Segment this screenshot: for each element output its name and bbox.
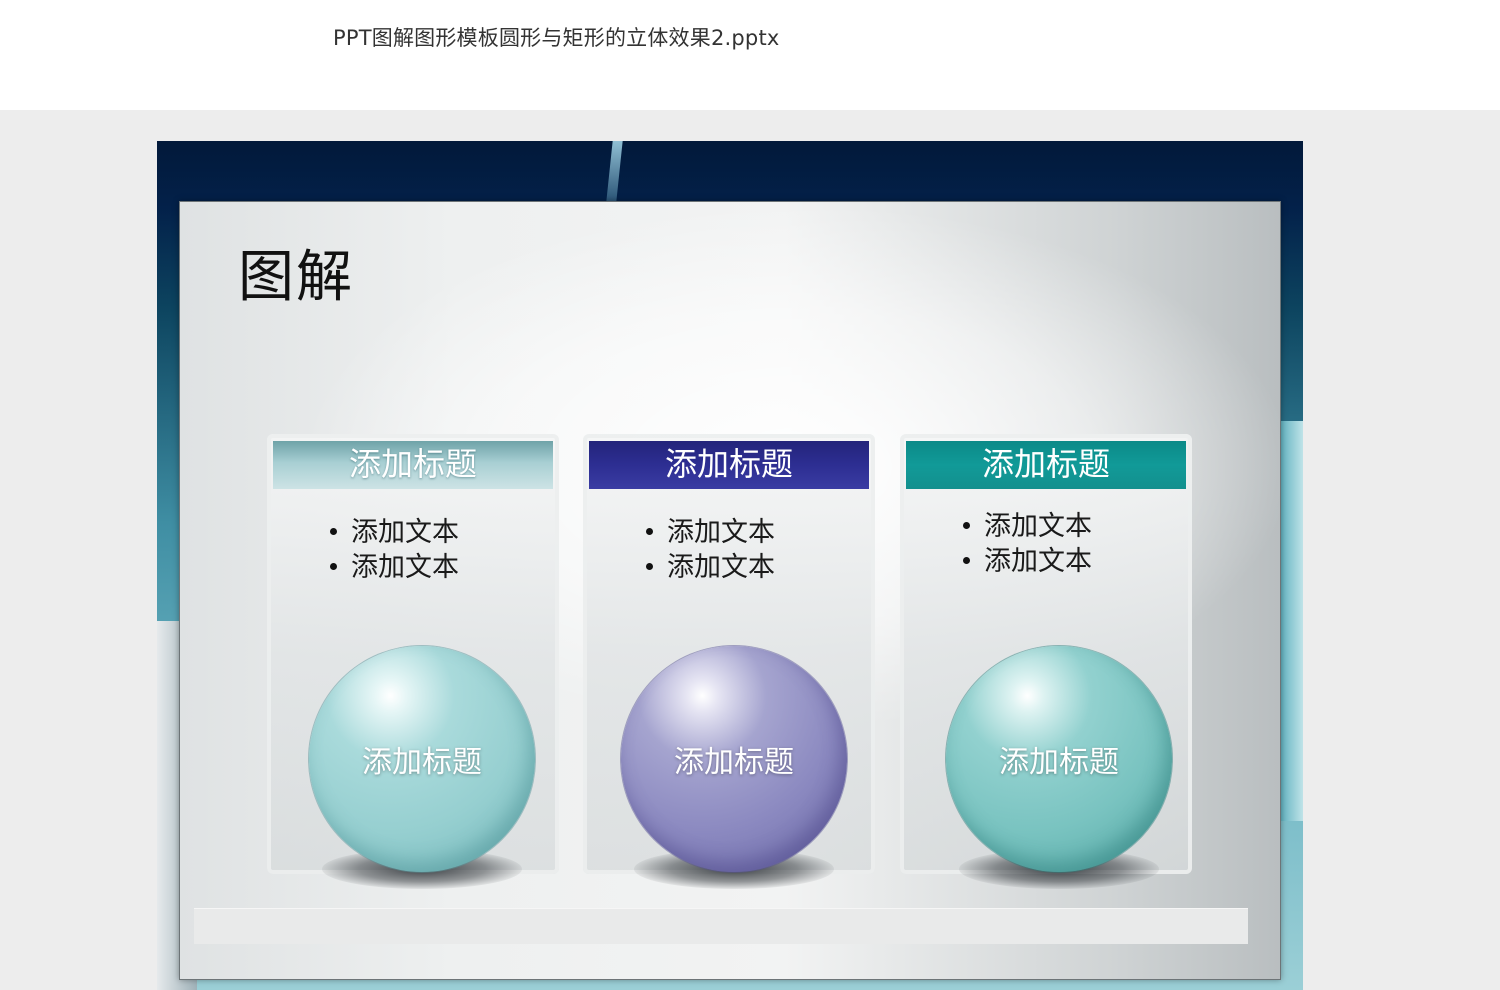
bullet-item: 添加文本 (646, 550, 775, 585)
sphere-3: 添加标题 (946, 646, 1172, 872)
bullet-text: 添加文本 (667, 517, 775, 548)
bullet-dot (646, 528, 653, 535)
card-header: 添加标题 (589, 441, 869, 489)
bullet-text: 添加文本 (984, 546, 1092, 577)
bullet-text: 添加文本 (351, 552, 459, 583)
content-panel: 图解 添加标题 添加文本 添加文本 添加标题 添加标题 添加文本 添加文本 添加… (179, 201, 1281, 980)
bullet-dot (963, 522, 970, 529)
bullet-list: 添加文本 添加文本 (646, 515, 775, 585)
file-title: PPT图解图形模板圆形与矩形的立体效果2.pptx (333, 26, 780, 50)
bullet-dot (963, 557, 970, 564)
footer-bar (194, 908, 1248, 944)
bullet-item: 添加文本 (330, 550, 459, 585)
bullet-dot (646, 563, 653, 570)
bullet-item: 添加文本 (646, 515, 775, 550)
bullet-text: 添加文本 (351, 517, 459, 548)
bullet-list: 添加文本 添加文本 (963, 509, 1092, 579)
card-header: 添加标题 (906, 441, 1186, 489)
top-bar: PPT图解图形模板圆形与矩形的立体效果2.pptx (0, 0, 1500, 110)
sphere-2: 添加标题 (621, 646, 847, 872)
sphere-label: 添加标题 (362, 745, 482, 780)
card-header: 添加标题 (273, 441, 553, 489)
bullet-text: 添加文本 (984, 511, 1092, 542)
bullet-item: 添加文本 (963, 509, 1092, 544)
sphere-label: 添加标题 (999, 745, 1119, 780)
bullet-text: 添加文本 (667, 552, 775, 583)
bullet-list: 添加文本 添加文本 (330, 515, 459, 585)
sphere-label: 添加标题 (674, 745, 794, 780)
bullet-dot (330, 563, 337, 570)
bullet-dot (330, 528, 337, 535)
bullet-item: 添加文本 (963, 544, 1092, 579)
slide-canvas: 图解 添加标题 添加文本 添加文本 添加标题 添加标题 添加文本 添加文本 添加… (157, 141, 1303, 990)
sphere-1: 添加标题 (309, 646, 535, 872)
slide-title: 图解 (238, 245, 354, 310)
bullet-item: 添加文本 (330, 515, 459, 550)
